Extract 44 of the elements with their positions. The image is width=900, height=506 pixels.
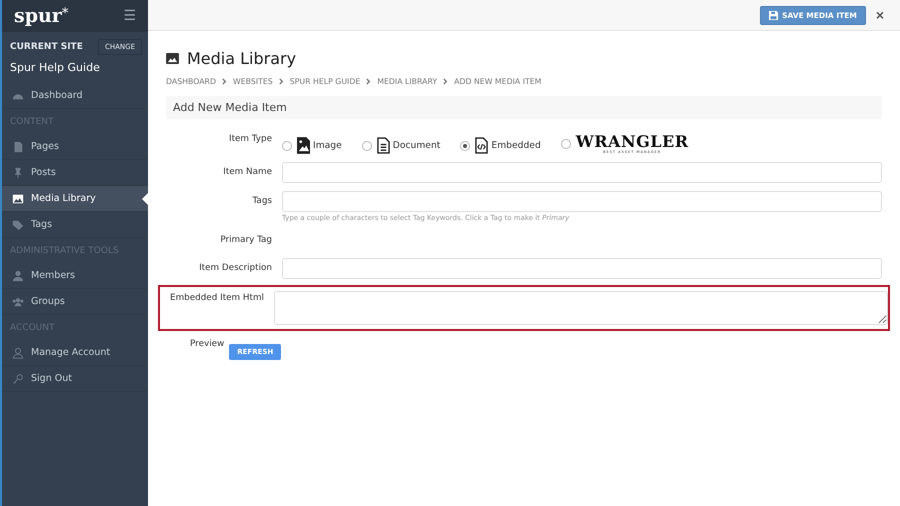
- option-label: Embedded: [491, 140, 541, 151]
- radio-button[interactable]: [362, 140, 372, 150]
- site-name: Spur Help Guide: [9, 60, 101, 76]
- logo-text: WRANGLER: [576, 133, 688, 150]
- field-label: Preview: [190, 339, 224, 349]
- image-icon: [166, 53, 179, 64]
- radio-button[interactable]: [460, 140, 470, 150]
- image-file-icon: [297, 137, 310, 154]
- pin-icon: [12, 166, 24, 178]
- chevron-icon: [222, 78, 227, 85]
- menu-icon[interactable]: ☰: [123, 8, 136, 24]
- page-title: Media Library: [187, 49, 296, 68]
- close-button[interactable]: ×: [874, 7, 886, 23]
- chevron-icon: [366, 78, 372, 85]
- field-label: Item Name: [222, 166, 273, 179]
- field-label: Item Type: [228, 133, 273, 145]
- text-field[interactable]: [282, 191, 882, 212]
- field-label: Primary Tag: [219, 234, 273, 247]
- image-icon: [12, 192, 24, 204]
- user-icon: [12, 346, 24, 358]
- field-label: Tags: [252, 195, 273, 208]
- chevron-icon: [278, 78, 284, 85]
- text-field[interactable]: [282, 258, 882, 279]
- field-label: Embedded Item Html: [169, 292, 265, 305]
- section-title: Add New Media Item: [173, 101, 287, 114]
- text-field[interactable]: [282, 162, 882, 183]
- option-label: Image: [313, 140, 342, 151]
- user-icon: [12, 270, 24, 282]
- save-icon: [769, 10, 778, 20]
- nav-item[interactable]: Media Library: [2, 186, 148, 212]
- document-icon: [376, 137, 390, 154]
- text-area[interactable]: [274, 291, 888, 325]
- chevron-icon: [443, 78, 448, 85]
- field-label: Item Description: [198, 262, 273, 275]
- users-icon: [12, 296, 24, 308]
- code-file-icon: [475, 137, 488, 154]
- radio-button[interactable]: [282, 140, 292, 150]
- page-icon: [12, 140, 24, 152]
- logo[interactable]: spur$^{*}$: [14, 6, 68, 26]
- radio-button[interactable]: [560, 138, 571, 148]
- option-label: Document: [392, 140, 440, 151]
- tag-icon: [12, 218, 24, 230]
- current-site-label: CURRENT SITE: [10, 42, 83, 52]
- key-icon: [12, 372, 24, 384]
